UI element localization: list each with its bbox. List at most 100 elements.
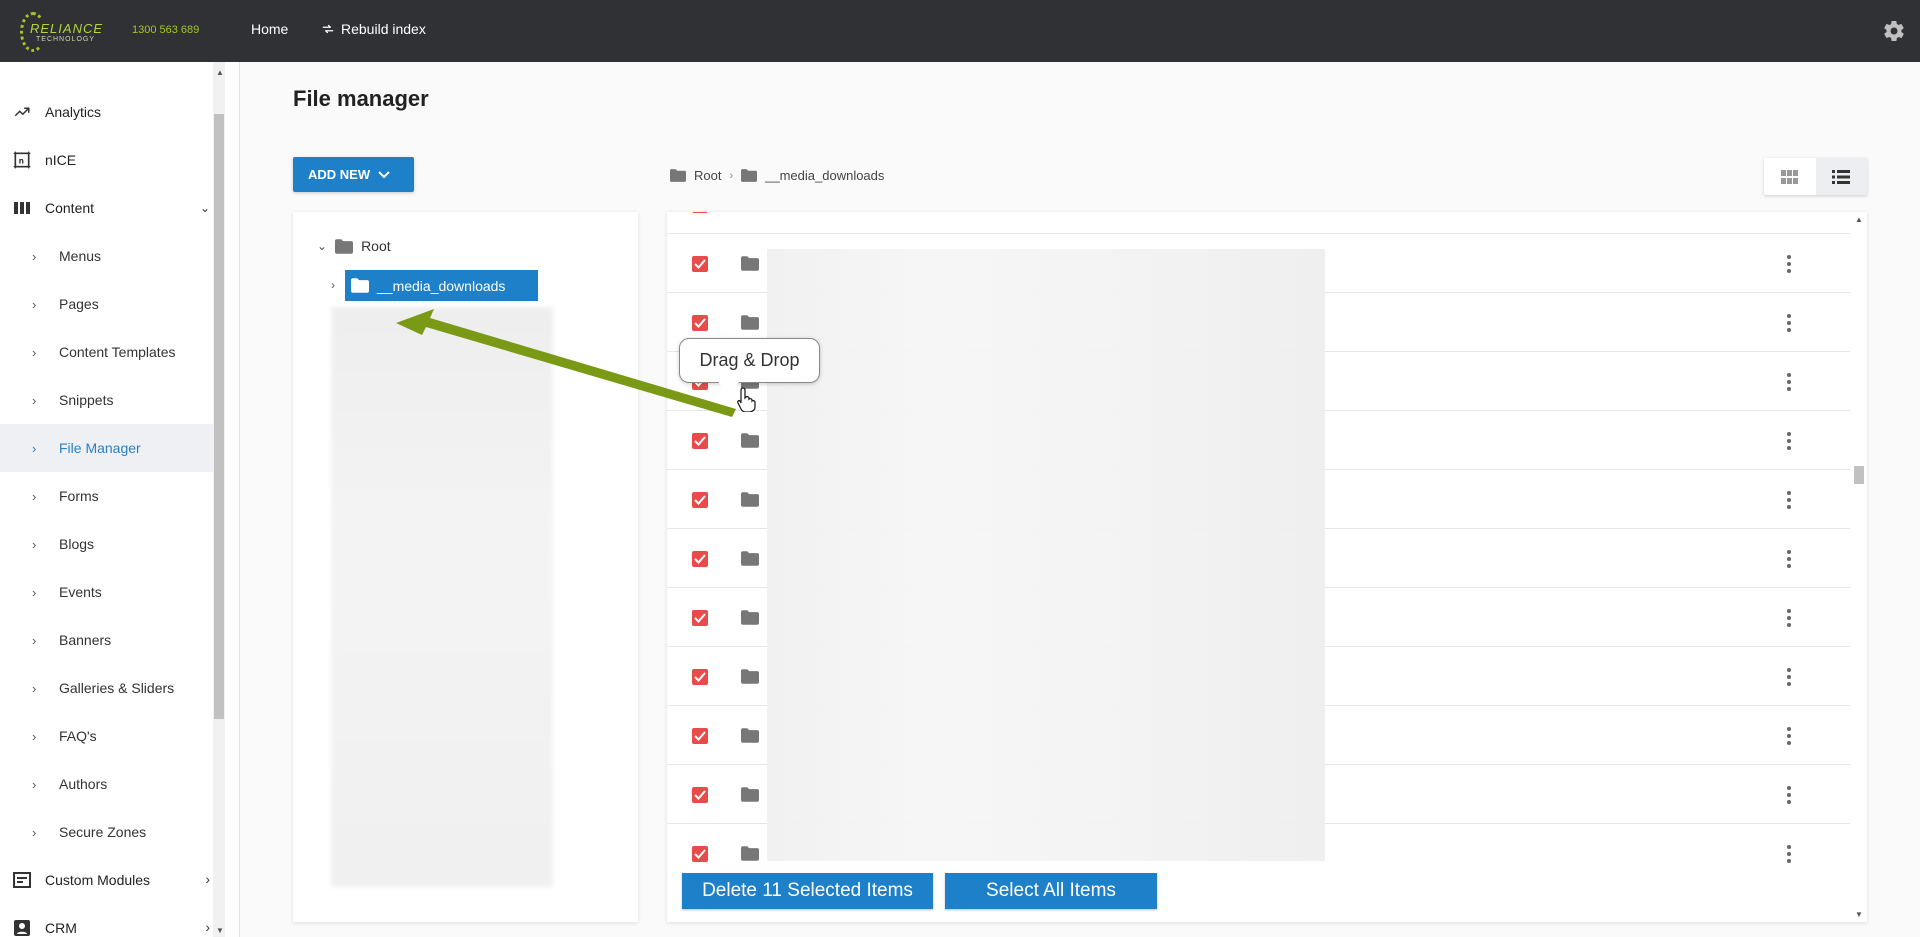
file-list-scrollbar[interactable]: ▲ ▼ xyxy=(1851,212,1867,922)
chevron-right-icon: › xyxy=(32,776,37,792)
table-row[interactable] xyxy=(667,212,1850,234)
folder-icon xyxy=(741,256,759,276)
more-options-icon[interactable] xyxy=(1779,784,1799,806)
drag-drop-tooltip: Drag & Drop xyxy=(679,338,820,383)
modules-icon xyxy=(12,870,32,890)
sidebar-item-label: Snippets xyxy=(59,392,114,408)
row-checkbox[interactable] xyxy=(692,728,708,744)
more-options-icon[interactable] xyxy=(1779,607,1799,629)
nav-home-link[interactable]: Home xyxy=(251,21,288,37)
chevron-right-icon: › xyxy=(32,296,37,312)
chevron-right-icon: › xyxy=(32,632,37,648)
sidebar-item-blogs[interactable]: › Blogs xyxy=(0,520,222,568)
more-options-icon[interactable] xyxy=(1779,489,1799,511)
breadcrumb-root-link[interactable]: Root xyxy=(694,168,721,183)
blurred-file-names xyxy=(767,249,1325,861)
folder-icon xyxy=(741,551,759,571)
tree-node-media-downloads[interactable]: __media_downloads xyxy=(345,270,538,301)
sidebar-item-authors[interactable]: › Authors xyxy=(0,760,222,808)
row-checkbox[interactable] xyxy=(692,787,708,803)
row-checkbox[interactable] xyxy=(692,551,708,567)
more-options-icon[interactable] xyxy=(1779,666,1799,688)
sidebar-scroll-thumb[interactable] xyxy=(214,114,224,719)
sidebar-item-label: Menus xyxy=(59,248,102,264)
phone-number: 1300 563 689 xyxy=(132,24,200,36)
tree-root-label: Root xyxy=(361,238,391,254)
sidebar-item-label: Content Templates xyxy=(59,344,176,360)
sidebar-item-snippets[interactable]: › Snippets xyxy=(0,376,222,424)
grid-view-icon xyxy=(1781,169,1799,184)
folder-icon xyxy=(741,669,759,689)
scroll-up-arrow-icon[interactable]: ▲ xyxy=(216,68,224,77)
list-view-icon xyxy=(1832,169,1851,184)
top-bar: RELIANCE TECHNOLOGY 1300 563 689 Home Re… xyxy=(0,0,1920,62)
breadcrumb-separator-icon: › xyxy=(729,169,734,182)
grid-view-button[interactable] xyxy=(1764,158,1816,195)
sidebar-item-events[interactable]: › Events xyxy=(0,568,222,616)
folder-icon xyxy=(351,278,369,293)
chevron-right-icon: › xyxy=(205,919,210,935)
columns-icon xyxy=(12,198,32,218)
more-options-icon[interactable] xyxy=(1779,253,1799,275)
delete-selected-button[interactable]: Delete 11 Selected Items xyxy=(682,873,933,909)
sidebar-scrollbar[interactable]: ▲ ▼ xyxy=(213,62,225,937)
select-all-button[interactable]: Select All Items xyxy=(945,873,1157,909)
more-options-icon[interactable] xyxy=(1779,843,1799,865)
sidebar-item-nice[interactable]: n nICE xyxy=(0,136,222,184)
scroll-down-arrow-icon[interactable]: ▼ xyxy=(216,926,224,935)
rebuild-index-label: Rebuild index xyxy=(341,21,426,37)
more-options-icon[interactable] xyxy=(1779,430,1799,452)
sidebar-item-faqs[interactable]: › FAQ's xyxy=(0,712,222,760)
list-view-button[interactable] xyxy=(1815,158,1867,195)
sidebar-item-crm[interactable]: CRM › xyxy=(0,904,222,937)
row-checkbox[interactable] xyxy=(692,256,708,272)
scroll-down-arrow-icon[interactable]: ▼ xyxy=(1855,910,1863,919)
sidebar-item-pages[interactable]: › Pages xyxy=(0,280,222,328)
chevron-down-icon[interactable]: ⌄ xyxy=(317,239,327,253)
chevron-right-icon: › xyxy=(32,680,37,696)
chevron-right-icon: › xyxy=(32,248,37,264)
scroll-up-arrow-icon[interactable]: ▲ xyxy=(1855,215,1863,224)
more-options-icon[interactable] xyxy=(1779,548,1799,570)
file-list-scroll-thumb[interactable] xyxy=(1854,466,1864,484)
page-title: File manager xyxy=(293,86,429,111)
row-checkbox[interactable] xyxy=(692,610,708,626)
more-options-icon[interactable] xyxy=(1779,725,1799,747)
add-new-button[interactable]: ADD NEW xyxy=(293,157,414,192)
sidebar-item-galleries-sliders[interactable]: › Galleries & Sliders xyxy=(0,664,222,712)
row-checkbox[interactable] xyxy=(692,492,708,508)
sidebar-item-content-templates[interactable]: › Content Templates xyxy=(0,328,222,376)
hand-cursor-icon xyxy=(737,387,756,412)
sidebar-item-banners[interactable]: › Banners xyxy=(0,616,222,664)
chevron-right-icon: › xyxy=(32,728,37,744)
sidebar-item-file-manager[interactable]: › File Manager xyxy=(0,424,222,472)
chevron-right-icon: › xyxy=(32,344,37,360)
row-checkbox[interactable] xyxy=(692,669,708,685)
folder-icon xyxy=(741,728,759,748)
breadcrumb-current: __media_downloads xyxy=(765,168,885,183)
reliance-logo[interactable]: RELIANCE TECHNOLOGY xyxy=(20,12,112,52)
folder-icon xyxy=(741,787,759,807)
sidebar-item-label: nICE xyxy=(45,152,77,168)
more-options-icon[interactable] xyxy=(1779,312,1799,334)
sidebar-item-forms[interactable]: › Forms xyxy=(0,472,222,520)
settings-gear-icon[interactable] xyxy=(1882,19,1906,43)
sidebar-item-secure-zones[interactable]: › Secure Zones xyxy=(0,808,222,856)
folder-icon xyxy=(741,433,759,453)
folder-icon xyxy=(741,846,759,866)
nav-rebuild-index-link[interactable]: Rebuild index xyxy=(321,21,426,37)
folder-icon xyxy=(741,169,758,182)
chevron-right-icon[interactable]: › xyxy=(331,278,335,292)
row-checkbox[interactable] xyxy=(692,433,708,449)
chevron-down-icon: ⌄ xyxy=(199,201,210,215)
logo-subtext: TECHNOLOGY xyxy=(36,36,96,43)
sidebar-item-custom-modules[interactable]: Custom Modules › xyxy=(0,856,222,904)
logo-text: RELIANCE xyxy=(30,21,104,36)
row-checkbox[interactable] xyxy=(692,846,708,862)
row-checkbox[interactable] xyxy=(692,212,708,213)
sidebar-item-content[interactable]: Content ⌄ xyxy=(0,184,222,232)
sidebar-item-analytics[interactable]: Analytics xyxy=(0,88,222,136)
sidebar-item-menus[interactable]: › Menus xyxy=(0,232,222,280)
tree-node-root[interactable]: ⌄ Root xyxy=(317,238,391,254)
more-options-icon[interactable] xyxy=(1779,371,1799,393)
